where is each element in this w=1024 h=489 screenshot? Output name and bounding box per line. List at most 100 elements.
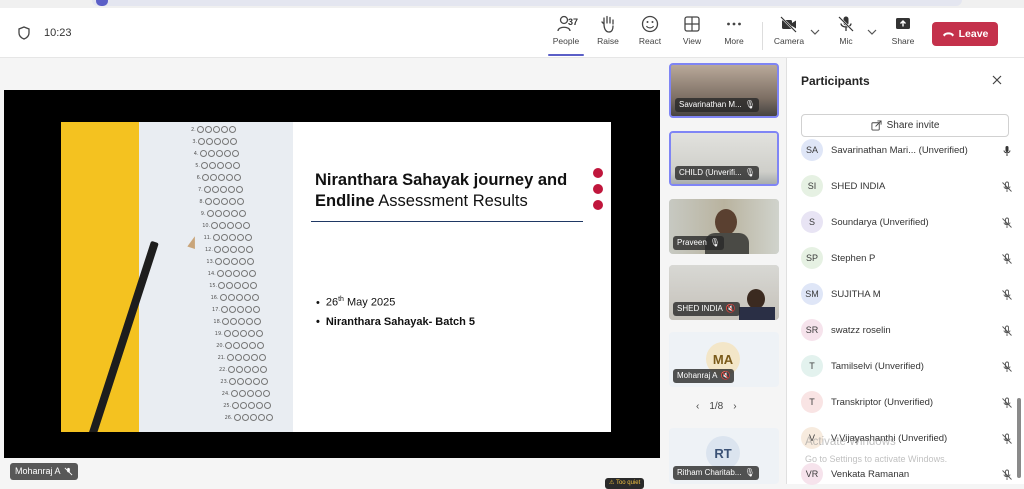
answer-bubble-row: 4. <box>194 150 239 157</box>
leave-button[interactable]: Leave <box>932 22 998 46</box>
smiley-icon <box>641 15 659 33</box>
close-icon[interactable] <box>991 74 1003 86</box>
camera-options-chevron-icon[interactable] <box>810 28 820 36</box>
view-button[interactable]: View <box>670 14 714 54</box>
share-invite-label: Share invite <box>886 120 940 131</box>
participant-name: Soundarya (Unverified) <box>831 216 929 228</box>
mic-off-icon <box>838 16 854 32</box>
tile-name-chip: Praveen 🎙 <box>673 236 724 250</box>
mic-muted-icon <box>1001 252 1013 264</box>
participant-name: Tamilselvi (Unverified) <box>831 360 924 372</box>
slide-decor-dots <box>593 168 603 216</box>
answer-bubble-row: 16. <box>211 294 259 301</box>
camera-button[interactable]: Camera <box>767 14 811 54</box>
more-button[interactable]: More <box>712 14 756 54</box>
answer-bubble-row: 20. <box>216 342 265 349</box>
video-tile-mohanraj[interactable]: MA Mohanraj A 🔇 <box>669 332 779 387</box>
tile-name-chip: SHED INDIA 🔇 <box>673 302 740 316</box>
mic-muted-icon <box>64 467 72 476</box>
browser-tab-bar <box>92 0 962 6</box>
tile-name-chip: CHILD (Unverifi... 🎙 <box>675 166 759 180</box>
tile-name-chip: Savarinathan M... 🎙 <box>675 98 759 112</box>
participant-row[interactable]: T Tamilselvi (Unverified) <box>801 351 1013 381</box>
participant-row[interactable]: SR swatzz roselin <box>801 315 1013 345</box>
answer-bubble-row: 18. <box>213 318 262 325</box>
answer-bubble-row: 13. <box>206 258 255 265</box>
answer-bubble-row: 6. <box>197 174 242 181</box>
answer-bubble-row: 19. <box>215 330 263 337</box>
video-tile-rail: Savarinathan M... 🎙 CHILD (Unverifi... 🎙 P… <box>666 58 784 484</box>
answer-bubble-row: 12. <box>205 246 253 253</box>
people-active-indicator <box>548 54 584 56</box>
participant-name: Transkriptor (Unverified) <box>831 396 934 408</box>
participant-name: SHED INDIA <box>831 180 886 192</box>
answer-bubble-row: 10. <box>202 222 251 229</box>
answer-bubble-row: 14. <box>208 270 256 277</box>
tile-name-chip: Mohanraj A 🔇 <box>673 369 735 383</box>
mic-muted-icon: 🔇 <box>725 304 736 313</box>
answer-bubble-row: 11. <box>204 234 252 241</box>
meeting-timer: 10:23 <box>44 27 72 39</box>
video-tile-praveen[interactable]: Praveen 🎙 <box>669 199 779 254</box>
participant-row[interactable]: SP Stephen P <box>801 243 1013 273</box>
answer-bubble-row: 25. <box>223 402 272 409</box>
avatar: SM <box>801 283 823 305</box>
participant-name: SUJITHA M <box>831 288 881 300</box>
avatar: T <box>801 391 823 413</box>
answer-bubble-row: 22. <box>219 366 267 373</box>
activate-windows-watermark: Activate Windows Go to Settings to activ… <box>805 434 947 468</box>
mic-muted-icon <box>1001 396 1013 408</box>
people-count: 37 <box>568 17 579 27</box>
slide-bullets: 26th May 2025 Niranthara Sahayak- Batch … <box>316 296 475 335</box>
avatar: T <box>801 355 823 377</box>
answer-bubble-row: 5. <box>195 162 240 169</box>
video-tile-child[interactable]: CHILD (Unverifi... 🎙 <box>669 131 779 186</box>
mic-muted-icon <box>1001 360 1013 372</box>
participants-panel: Participants Share invite SA Savarinathan… <box>786 58 1024 485</box>
slide-bullet-date: 26th May 2025 <box>316 296 475 309</box>
watermark-title: Activate Windows <box>805 436 896 448</box>
video-tile-shed-india[interactable]: SHED INDIA 🔇 <box>669 265 779 320</box>
mic-muted-icon <box>1001 324 1013 336</box>
browser-top-strip <box>0 0 1024 8</box>
react-button[interactable]: React <box>628 14 672 54</box>
camera-label: Camera <box>773 36 805 46</box>
participant-row[interactable]: SI SHED INDIA <box>801 171 1013 201</box>
mic-icon: 🎙 <box>709 238 720 247</box>
share-invite-icon <box>871 120 882 131</box>
pager-next-icon[interactable]: › <box>733 401 736 412</box>
mic-muted-icon <box>1001 468 1013 480</box>
slide-title-line2-bold: Endline <box>315 192 375 210</box>
pager-prev-icon[interactable]: ‹ <box>696 401 699 412</box>
participant-row[interactable]: SM SUJITHA M <box>801 279 1013 309</box>
video-tile-savarinathan[interactable]: Savarinathan M... 🎙 <box>669 63 779 118</box>
toolbar-divider <box>762 22 763 50</box>
participant-row[interactable]: SA Savarinathan Mari... (Unverified) <box>801 135 1013 165</box>
screen-share-view[interactable]: 2. 3. 4. 5. 6. 7. 8. 9. 10. 11. 12. 13. 14. 15. 16. 17.… <box>4 90 660 489</box>
slide-title: Niranthara Sahayak journey and Endline As… <box>315 170 595 212</box>
shield-icon <box>18 26 30 40</box>
video-tile-ritham[interactable]: RT Ritham Charitab... 🎙 <box>669 428 779 484</box>
answer-bubble-row: 23. <box>220 378 269 385</box>
share-label: Share <box>891 36 915 46</box>
participant-list-scrollbar[interactable] <box>1017 398 1021 478</box>
people-button[interactable]: People <box>544 14 588 54</box>
react-label: React <box>638 36 662 46</box>
participant-row[interactable]: T Transkriptor (Unverified) <box>801 387 1013 417</box>
mic-button[interactable]: Mic <box>824 14 868 54</box>
leave-label: Leave <box>958 28 989 40</box>
share-invite-button[interactable]: Share invite <box>801 114 1009 137</box>
raise-hand-button[interactable]: Raise <box>586 14 630 54</box>
people-label: People <box>552 36 580 46</box>
participant-row[interactable]: S Soundarya (Unverified) <box>801 207 1013 237</box>
mic-label: Mic <box>839 36 853 46</box>
share-button[interactable]: Share <box>881 14 925 54</box>
avatar: SA <box>801 139 823 161</box>
raise-label: Raise <box>597 36 619 46</box>
slide-bullet-batch: Niranthara Sahayak- Batch 5 <box>316 316 475 328</box>
tile-pager: ‹ 1/8 › <box>696 401 737 412</box>
view-label: View <box>682 36 702 46</box>
mic-options-chevron-icon[interactable] <box>867 28 877 36</box>
mic-muted-icon <box>1001 180 1013 192</box>
participant-head <box>747 289 765 309</box>
